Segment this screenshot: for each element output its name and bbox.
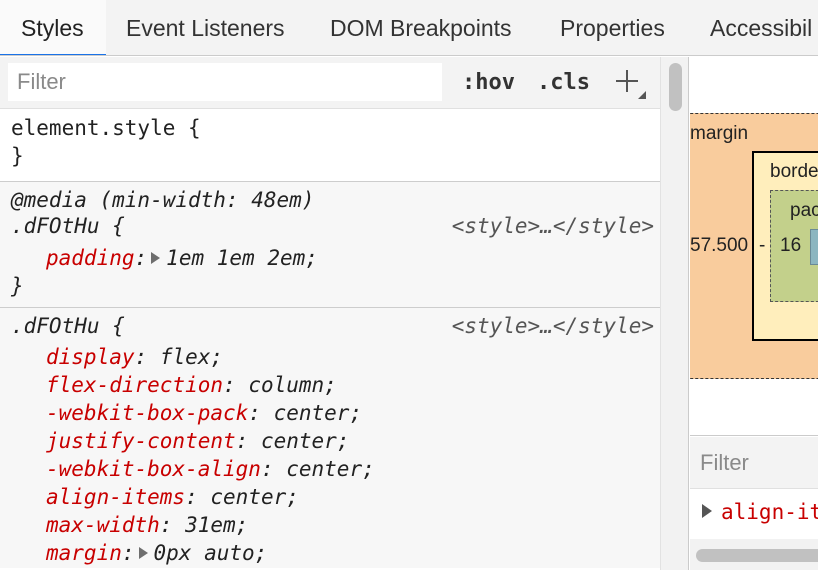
property-display[interactable]: display: flex; xyxy=(46,343,223,371)
tab-properties[interactable]: Properties xyxy=(560,0,665,55)
box-model-content[interactable] xyxy=(810,229,818,265)
main-rule-selector[interactable]: .dFOtHu { xyxy=(11,312,125,340)
property-align-items[interactable]: align-items: center; xyxy=(46,483,299,511)
tab-event-listeners[interactable]: Event Listeners xyxy=(126,0,285,55)
main-rule[interactable]: .dFOtHu { <style>…</style> display: flex… xyxy=(0,308,660,568)
computed-horizontal-scrollbar[interactable] xyxy=(690,539,818,570)
property-value[interactable]: center; xyxy=(274,401,363,425)
expand-triangle-icon[interactable] xyxy=(151,252,161,264)
computed-filter-bar xyxy=(690,437,818,489)
property-padding[interactable]: padding: 1em 1em 2em; xyxy=(46,244,318,272)
box-model-border-left-value[interactable]: - xyxy=(759,235,765,257)
new-style-rule-button[interactable] xyxy=(612,61,648,101)
main-rule-source-link[interactable]: <style>…</style> xyxy=(452,312,654,340)
property-webkit-box-align[interactable]: -webkit-box-align: center; xyxy=(46,455,375,483)
box-model-padding-label: pac xyxy=(790,200,818,221)
expand-triangle-icon[interactable] xyxy=(702,504,712,518)
property-webkit-box-pack[interactable]: -webkit-box-pack: center; xyxy=(46,399,362,427)
style-rules-list: element.style { } @media (min-width: 48e… xyxy=(0,110,660,570)
styles-scrollbar[interactable] xyxy=(660,57,689,570)
dropdown-corner-icon xyxy=(638,91,646,99)
property-name[interactable]: -webkit-box-pack xyxy=(46,401,248,425)
element-style-rule[interactable]: element.style { } xyxy=(0,110,660,182)
styles-filter-input[interactable] xyxy=(8,63,442,101)
expand-triangle-icon[interactable] xyxy=(138,547,148,559)
media-rule[interactable]: @media (min-width: 48em) .dFOtHu { <styl… xyxy=(0,182,660,308)
scrollbar-thumb[interactable] xyxy=(696,549,818,562)
property-name[interactable]: -webkit-box-align xyxy=(46,457,261,481)
computed-property-name: align-it xyxy=(721,500,818,524)
property-flex-direction[interactable]: flex-direction: column; xyxy=(46,371,337,399)
plus-icon-vertical xyxy=(626,70,628,92)
pane-divider xyxy=(690,435,818,436)
computed-filter-input[interactable] xyxy=(692,445,818,481)
property-name[interactable]: align-items xyxy=(46,485,185,509)
tab-dom-breakpoints[interactable]: DOM Breakpoints xyxy=(330,0,512,55)
property-margin[interactable]: margin: 0px auto; xyxy=(46,539,267,567)
media-rule-source-link[interactable]: <style>…</style> xyxy=(452,212,654,240)
property-name[interactable]: max-width xyxy=(46,513,160,537)
element-style-selector: element.style { xyxy=(11,116,201,140)
box-model-margin-label: margin xyxy=(690,123,749,144)
property-value[interactable]: center; xyxy=(261,429,350,453)
rule-close-brace: } xyxy=(11,274,24,298)
rule-close-brace: } xyxy=(11,144,24,168)
property-value[interactable]: 1em 1em 2em; xyxy=(166,246,318,270)
media-rule-selector[interactable]: .dFOtHu { xyxy=(11,212,125,240)
box-model-padding-left-value[interactable]: 16 xyxy=(780,235,801,257)
property-name[interactable]: justify-content xyxy=(46,429,236,453)
tab-accessibility[interactable]: Accessibil xyxy=(710,0,812,55)
tab-styles[interactable]: Styles xyxy=(0,0,106,55)
property-value[interactable]: 0px auto; xyxy=(154,541,268,565)
property-justify-content[interactable]: justify-content: center; xyxy=(46,427,349,455)
box-model-margin-left-value[interactable]: 57.500 xyxy=(690,235,748,257)
box-model-border-label: borde xyxy=(770,161,818,182)
styles-toolbar: :hov .cls xyxy=(0,57,660,109)
panel-tab-bar: Styles Event Listeners DOM Breakpoints P… xyxy=(0,0,818,56)
property-value[interactable]: column; xyxy=(248,373,337,397)
styles-pane: :hov .cls element.style { } @media (min-… xyxy=(0,57,660,570)
computed-pane: margin borde pac 57.500 - 16 align-it xyxy=(690,57,818,570)
property-name[interactable]: padding xyxy=(46,246,135,270)
property-value[interactable]: flex; xyxy=(160,345,223,369)
property-value[interactable]: 31em; xyxy=(185,513,248,537)
property-max-width[interactable]: max-width: 31em; xyxy=(46,511,248,539)
property-name[interactable]: flex-direction xyxy=(46,373,223,397)
property-name[interactable]: margin xyxy=(46,541,122,565)
property-name[interactable]: display xyxy=(46,345,135,369)
property-value[interactable]: center; xyxy=(210,485,299,509)
computed-property-row[interactable]: align-it xyxy=(702,497,818,527)
media-query: @media (min-width: 48em) xyxy=(11,188,315,212)
class-toggle[interactable]: .cls xyxy=(537,65,590,101)
hover-state-toggle[interactable]: :hov xyxy=(462,65,515,101)
scrollbar-thumb[interactable] xyxy=(669,63,682,111)
property-value[interactable]: center; xyxy=(286,457,375,481)
